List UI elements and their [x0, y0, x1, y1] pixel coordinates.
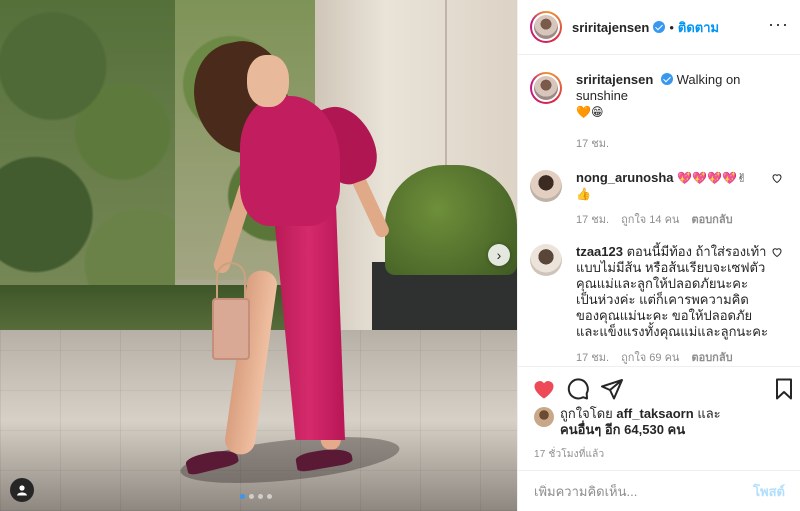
likes-summary: ถูกใจโดย aff_taksaorn และ คนอื่นๆ อีก 64…	[534, 406, 721, 438]
comment-username[interactable]: tzaa123	[576, 244, 623, 259]
comment-like-heart-icon[interactable]	[771, 172, 783, 184]
post-timestamp[interactable]: 17 ชั่วโมงที่แล้ว	[534, 447, 604, 462]
comment-time[interactable]: 17 ชม.	[576, 350, 609, 366]
post-comment-button[interactable]: โพสต์	[753, 481, 785, 502]
handbag	[212, 298, 250, 360]
handbag-strap	[216, 262, 246, 302]
comment-username[interactable]: nong_arunosha	[576, 170, 674, 185]
tagged-users-button[interactable]	[10, 478, 34, 502]
header-separator: •	[669, 19, 674, 35]
photo-hedge	[0, 285, 330, 335]
comment-text-line2: 👍	[576, 187, 591, 201]
caption-time[interactable]: 17 ชม.	[576, 136, 609, 152]
author-avatar[interactable]	[530, 11, 562, 43]
verified-badge-icon	[653, 21, 666, 33]
comments-list[interactable]: sriritajensen Walking on sunshine 🧡😁 17 …	[518, 56, 800, 366]
carousel-dot-2	[249, 494, 254, 499]
more-options-icon[interactable]: ···	[768, 14, 789, 35]
post-actions-bar	[518, 366, 800, 406]
author-username[interactable]: sriritajensen	[572, 20, 649, 35]
comment-text: 💖💖💖💖✌	[677, 171, 747, 185]
carousel-dot-4	[267, 494, 272, 499]
post-photo[interactable]: ›	[0, 0, 517, 511]
likes-and: และ	[697, 406, 721, 421]
comment-composer: โพสต์	[518, 470, 800, 511]
comment-reply-button[interactable]: ตอบกลับ	[691, 212, 732, 228]
comment-likes[interactable]: ถูกใจ 14 คน	[621, 212, 679, 228]
caption-row: sriritajensen Walking on sunshine 🧡😁 17 …	[530, 72, 789, 152]
liker-username[interactable]: aff_taksaorn	[616, 406, 693, 421]
post-details-panel: sriritajensen • ติดตาม ··· sriritajensen…	[517, 0, 800, 511]
comment-input[interactable]	[534, 483, 754, 499]
likes-others-count[interactable]: คนอื่นๆ อีก 64,530 คน	[560, 422, 685, 437]
caption-emojis: 🧡😁	[576, 105, 604, 119]
user-icon	[17, 485, 27, 496]
comment-like-heart-icon[interactable]	[771, 246, 783, 258]
carousel-dot-1	[240, 494, 245, 499]
comment-row: tzaa123 ตอนนี้มีท้อง ถ้าใส่รองเท้าแบบไม่…	[530, 244, 789, 366]
carousel-dot-3	[258, 494, 263, 499]
comment-likes[interactable]: ถูกใจ 69 คน	[621, 350, 679, 366]
comment-row: nong_arunosha 💖💖💖💖✌ 👍 17 ชม. ถูกใจ 14 คน…	[530, 170, 789, 228]
photo-foliage-left	[0, 0, 175, 330]
woman-face	[247, 55, 289, 107]
woman-dress-top	[240, 96, 340, 226]
comment-avatar[interactable]	[530, 244, 562, 276]
follow-button[interactable]: ติดตาม	[678, 17, 719, 38]
carousel-dots	[240, 494, 272, 499]
caption-avatar[interactable]	[530, 72, 562, 104]
share-send-icon[interactable]	[600, 377, 624, 401]
carousel-next-button[interactable]: ›	[488, 244, 510, 266]
caption-verified-icon	[660, 73, 673, 85]
caption-username[interactable]: sriritajensen	[576, 72, 653, 87]
comment-reply-button[interactable]: ตอบกลับ	[691, 350, 732, 366]
comment-avatar[interactable]	[530, 170, 562, 202]
comment-time[interactable]: 17 ชม.	[576, 212, 609, 228]
comment-bubble-icon[interactable]	[566, 377, 590, 401]
like-heart-icon[interactable]	[532, 377, 556, 401]
likes-prefix: ถูกใจโดย	[560, 406, 613, 421]
post-header: sriritajensen • ติดตาม ···	[518, 0, 800, 55]
save-bookmark-icon[interactable]	[772, 377, 796, 401]
liker-avatar[interactable]	[534, 407, 554, 427]
